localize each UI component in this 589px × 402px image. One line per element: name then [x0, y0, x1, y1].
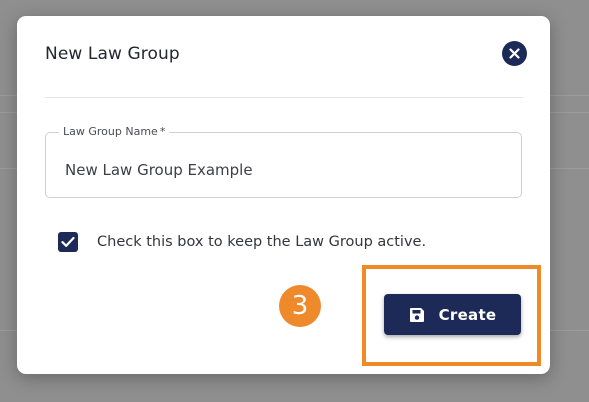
required-marker: * — [159, 125, 166, 138]
create-button[interactable]: Create — [384, 294, 521, 335]
new-law-group-dialog: New Law Group Law Group Name * New Law Gr… — [17, 16, 550, 374]
create-button-label: Create — [438, 305, 497, 324]
field-label-text: Law Group Name — [63, 125, 158, 138]
field-label: Law Group Name * — [59, 125, 170, 138]
step-number-badge: 3 — [279, 285, 321, 327]
law-group-name-field[interactable]: Law Group Name * New Law Group Example — [45, 125, 522, 198]
active-checkbox-label: Check this box to keep the Law Group act… — [97, 234, 427, 250]
close-icon — [509, 48, 520, 59]
header-divider — [45, 97, 523, 98]
active-checkbox[interactable] — [58, 232, 78, 252]
law-group-name-input[interactable]: New Law Group Example — [65, 161, 253, 179]
active-checkbox-row: Check this box to keep the Law Group act… — [58, 232, 426, 252]
checkmark-icon — [61, 236, 75, 247]
save-icon — [409, 307, 424, 322]
close-button[interactable] — [502, 41, 527, 66]
dialog-title: New Law Group — [45, 44, 180, 64]
